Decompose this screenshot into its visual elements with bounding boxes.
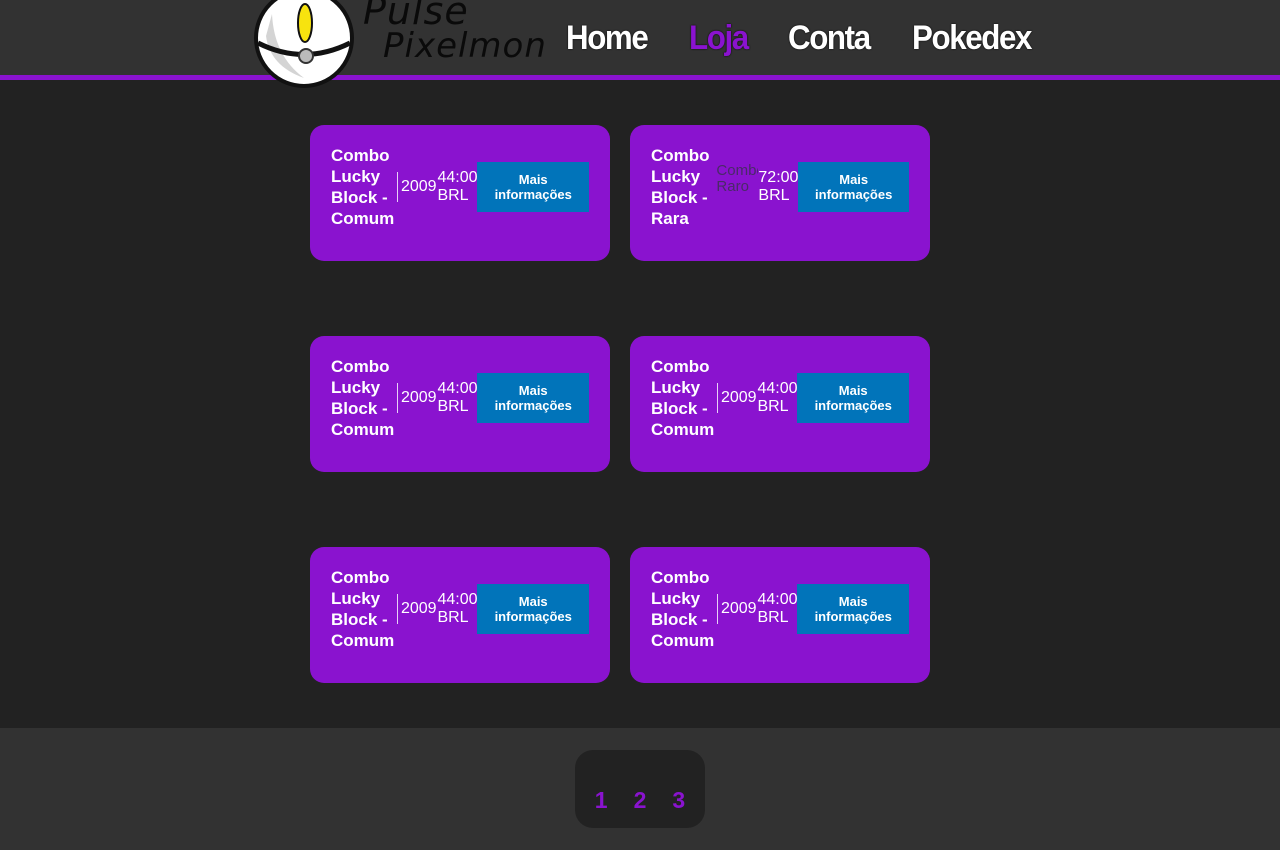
- product-name: Combo Lucky Block - Comum: [331, 357, 395, 439]
- product-price: 44:00 BRL: [437, 591, 478, 626]
- product-price: 72:00 BRL: [758, 169, 799, 204]
- product-price: 44:00 BRL: [757, 591, 798, 626]
- product-price: 44:00 BRL: [437, 380, 478, 415]
- product-year: 2009: [400, 600, 437, 617]
- product-name: Combo Lucky Block - Comum: [651, 568, 715, 650]
- logo-text-line2: Pixelmon: [383, 26, 547, 66]
- nav-home[interactable]: Home: [566, 18, 649, 58]
- nav-pokedex[interactable]: Pokedex: [912, 18, 1032, 58]
- product-price: 44:00 BRL: [437, 169, 478, 204]
- more-info-button[interactable]: Mais informações: [797, 584, 909, 634]
- nav-loja[interactable]: Loja: [689, 18, 749, 58]
- product-name: Combo Lucky Block - Comum: [651, 357, 715, 439]
- product-card: Combo Lucky Block - Rara Combo Raro 72:0…: [630, 125, 930, 261]
- header-divider: [0, 75, 1280, 80]
- product-name: Combo Lucky Block - Comum: [331, 146, 395, 228]
- product-card: Combo Lucky Block - Comum 2009 44:00 BRL…: [310, 336, 610, 472]
- more-info-button[interactable]: Mais informações: [477, 162, 589, 212]
- more-info-button[interactable]: Mais informações: [477, 373, 589, 423]
- nav-conta[interactable]: Conta: [788, 18, 871, 58]
- product-year: 2009: [720, 389, 757, 406]
- site-footer: 1 2 3: [0, 728, 1280, 850]
- product-year: 2009: [720, 600, 757, 617]
- pokeball-icon: [254, 0, 354, 88]
- product-image: Combo Raro: [716, 163, 758, 195]
- page-link-2[interactable]: 2: [634, 787, 647, 814]
- product-card: Combo Lucky Block - Comum 2009 44:00 BRL…: [310, 125, 610, 261]
- page-link-3[interactable]: 3: [672, 787, 685, 814]
- product-card: Combo Lucky Block - Comum 2009 44:00 BRL…: [630, 547, 930, 683]
- product-grid: Combo Lucky Block - Comum 2009 44:00 BRL…: [310, 125, 930, 683]
- more-info-button[interactable]: Mais informações: [798, 162, 909, 212]
- pagination: 1 2 3: [575, 750, 705, 828]
- product-card: Combo Lucky Block - Comum 2009 44:00 BRL…: [310, 547, 610, 683]
- product-price: 44:00 BRL: [757, 380, 798, 415]
- main-nav: Home Loja Conta Pokedex: [566, 18, 1042, 58]
- more-info-button[interactable]: Mais informações: [797, 373, 909, 423]
- product-year: 2009: [400, 389, 437, 406]
- product-card: Combo Lucky Block - Comum 2009 44:00 BRL…: [630, 336, 930, 472]
- more-info-button[interactable]: Mais informações: [477, 584, 589, 634]
- product-name: Combo Lucky Block - Comum: [331, 568, 395, 650]
- product-name: Combo Lucky Block - Rara: [651, 146, 710, 228]
- product-year: 2009: [400, 178, 437, 195]
- page-link-1[interactable]: 1: [595, 787, 608, 814]
- site-logo[interactable]: Pulse Pixelmon: [252, 0, 552, 88]
